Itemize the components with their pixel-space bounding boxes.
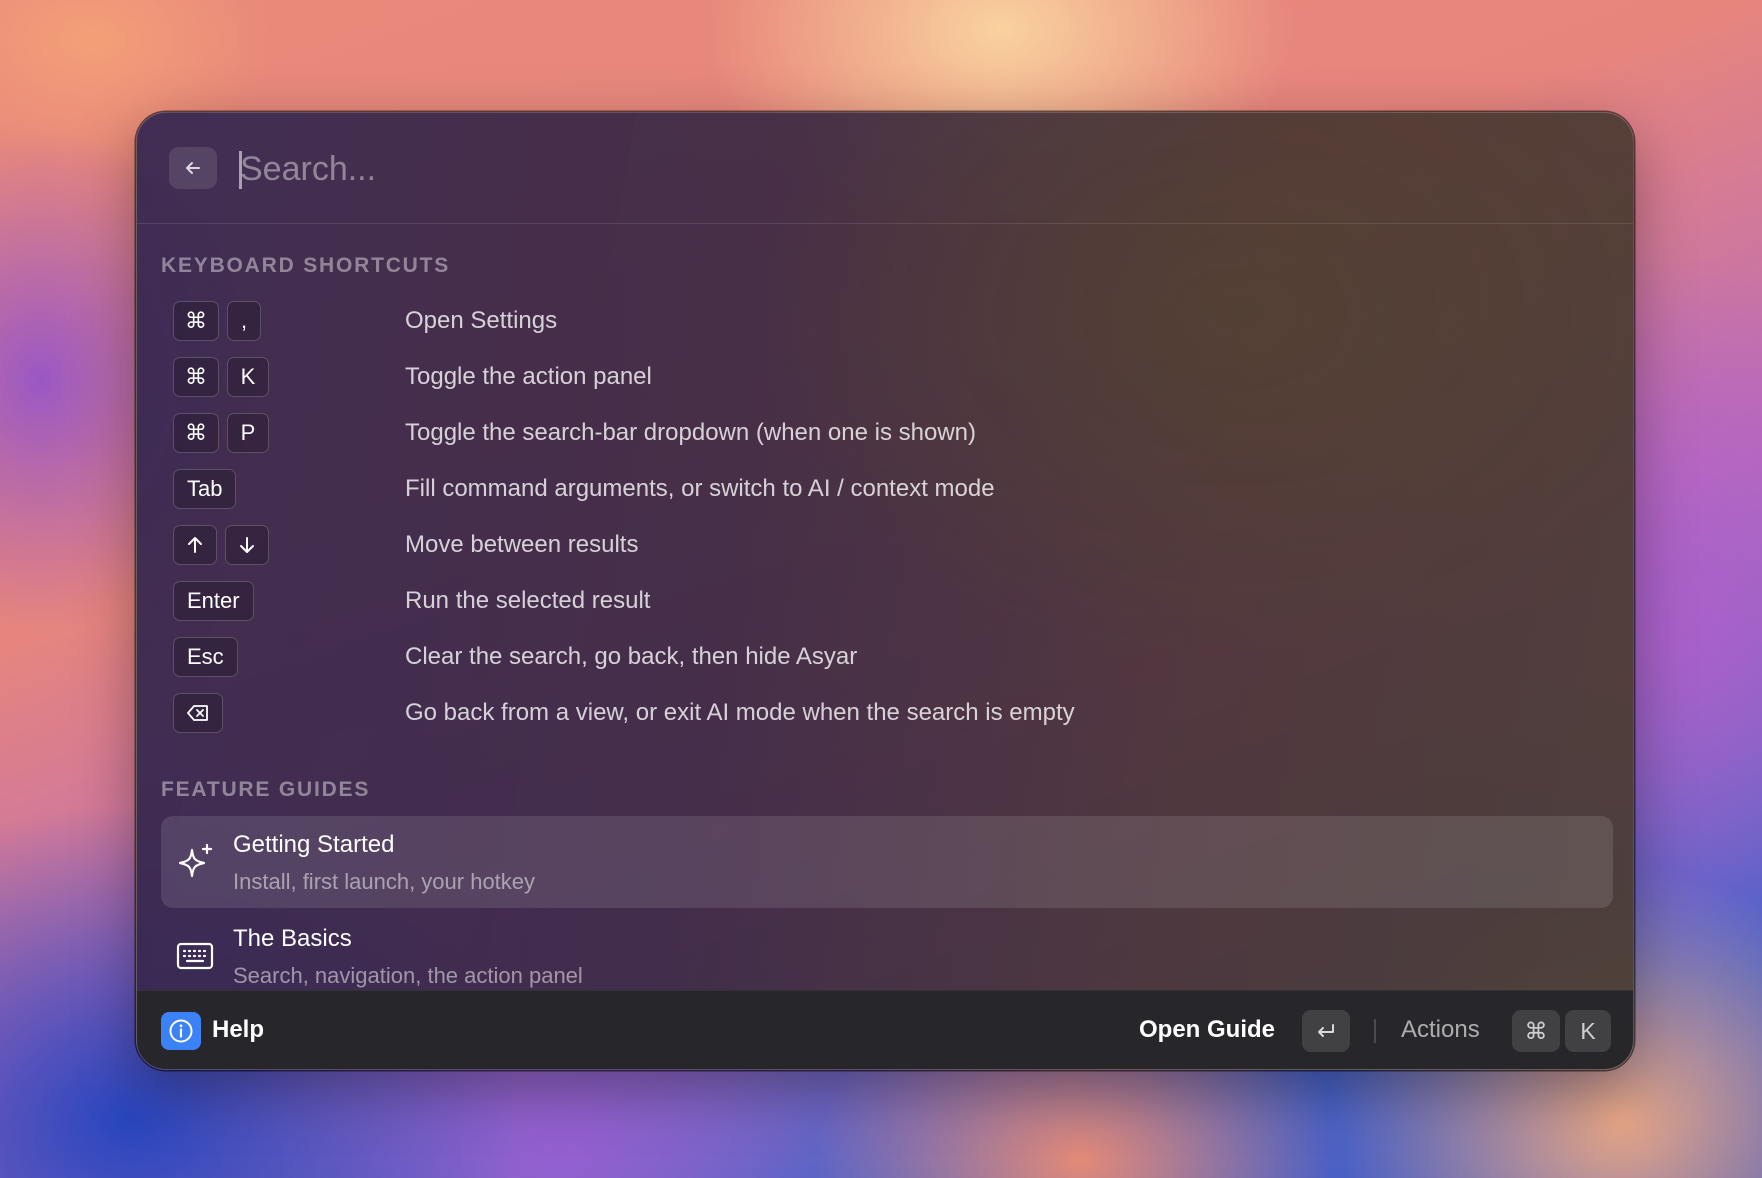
guide-subtitle: Install, first launch, your hotkey [233, 869, 536, 894]
shortcut-description: Run the selected result [405, 587, 651, 614]
command-key: ⌘ [173, 413, 219, 453]
search-bar [137, 113, 1633, 224]
launcher-window: KEYBOARD SHORTCUTS ⌘ , Open Settings ⌘ K… [136, 112, 1634, 1070]
tab-key: Tab [173, 469, 237, 509]
shortcut-row-open-settings: ⌘ , Open Settings [173, 301, 1373, 343]
back-button[interactable] [169, 147, 217, 189]
shortcut-description: Open Settings [405, 307, 558, 334]
arrow-up-key [173, 525, 217, 565]
command-key: ⌘ [173, 357, 219, 397]
arrow-down-key [225, 525, 269, 565]
shortcut-row-go-back: Go back from a view, or exit AI mode whe… [173, 693, 1373, 735]
shortcut-row-run-selected: Enter Run the selected result [173, 581, 1373, 623]
section-header-keyboard-shortcuts: KEYBOARD SHORTCUTS [161, 254, 451, 277]
k-key: K [227, 357, 269, 397]
shortcut-row-fill-arguments: Tab Fill command arguments, or switch to… [173, 469, 1373, 511]
p-key: P [227, 413, 269, 453]
shortcut-row-toggle-dropdown: ⌘ P Toggle the search-bar dropdown (when… [173, 413, 1373, 455]
text-caret [239, 151, 242, 189]
shortcut-description: Clear the search, go back, then hide Asy… [405, 643, 858, 670]
footer-bar: Help Open Guide Actions ⌘ K [137, 990, 1633, 1069]
backspace-key [173, 693, 223, 733]
actions-button[interactable]: Actions [1401, 1016, 1480, 1044]
k-key-hint: K [1565, 1010, 1611, 1052]
backspace-icon [187, 705, 208, 721]
comma-key: , [227, 301, 261, 341]
shortcut-row-toggle-action-panel: ⌘ K Toggle the action panel [173, 357, 1373, 399]
shortcut-row-move-between-results: Move between results [173, 525, 1373, 567]
arrow-left-icon [186, 162, 200, 174]
return-key-hint [1302, 1010, 1350, 1052]
search-input[interactable] [238, 141, 1540, 197]
return-icon [1318, 1024, 1334, 1037]
arrow-up-icon [188, 537, 202, 553]
enter-key: Enter [173, 581, 254, 621]
footer-divider [1374, 1019, 1376, 1043]
shortcut-description: Move between results [405, 531, 639, 558]
help-app-badge [161, 1012, 201, 1050]
keyboard-icon [176, 942, 214, 970]
esc-key: Esc [173, 637, 238, 677]
guide-subtitle: Search, navigation, the action panel [233, 963, 583, 988]
shortcut-description: Toggle the action panel [405, 363, 652, 390]
sparkle-icon [178, 843, 213, 878]
arrow-down-icon [240, 537, 254, 553]
footer-title: Help [212, 1016, 265, 1043]
shortcut-row-clear-search: Esc Clear the search, go back, then hide… [173, 637, 1373, 679]
info-icon [169, 1019, 193, 1043]
shortcut-description: Toggle the search-bar dropdown (when one… [405, 419, 976, 446]
shortcut-description: Go back from a view, or exit AI mode whe… [405, 699, 1075, 726]
guide-item-getting-started[interactable]: Getting Started Install, first launch, y… [161, 816, 1613, 908]
section-header-feature-guides: FEATURE GUIDES [161, 778, 371, 801]
open-guide-button[interactable]: Open Guide [1137, 1016, 1275, 1044]
command-key: ⌘ [173, 301, 219, 341]
command-key-hint: ⌘ [1512, 1010, 1560, 1052]
shortcut-description: Fill command arguments, or switch to AI … [405, 475, 995, 502]
guide-item-the-basics[interactable]: The Basics Search, navigation, the actio… [161, 910, 1613, 1002]
guide-title: The Basics [233, 925, 352, 952]
guide-title: Getting Started [233, 831, 395, 858]
